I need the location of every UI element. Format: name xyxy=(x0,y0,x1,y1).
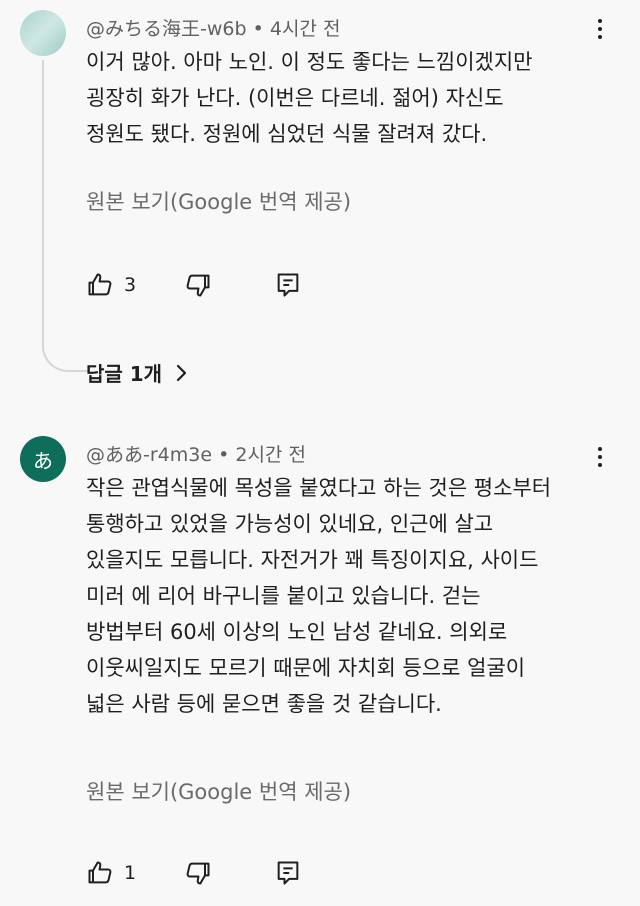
avatar[interactable] xyxy=(20,10,66,56)
reply-button[interactable] xyxy=(274,271,302,299)
like-count: 1 xyxy=(124,862,137,884)
chevron-right-icon xyxy=(176,364,187,381)
reply-comment-icon xyxy=(277,273,299,297)
like-button[interactable]: 3 xyxy=(86,271,136,299)
comment-1: @みちる海王-w6b • 4시간 전 이거 많아. 아마 노인. 이 정도 좋다… xyxy=(0,0,640,400)
comment-time[interactable]: 4시간 전 xyxy=(270,18,341,40)
avatar[interactable]: あ xyxy=(20,436,66,482)
like-count: 3 xyxy=(124,274,137,296)
view-replies-button[interactable]: 답글 1개 xyxy=(86,358,190,387)
comment-actions: 3 xyxy=(86,271,346,305)
comment-meta: @みちる海王-w6b • 4시간 전 xyxy=(86,14,340,41)
comment-time[interactable]: 2시간 전 xyxy=(235,444,306,466)
meta-separator: • xyxy=(218,444,230,466)
comment-text: 작은 관엽식물에 목성을 붙였다고 하는 것은 평소부터 통행하고 있었을 가능… xyxy=(86,476,552,716)
comment-actions: 1 xyxy=(86,859,346,893)
thumbs-up-icon xyxy=(88,273,112,296)
comment-text: 이거 많아. 아마 노인. 이 정도 좋다는 느낌이겠지만 굉장히 화가 난다.… xyxy=(86,50,533,146)
like-button[interactable]: 1 xyxy=(86,859,136,887)
reply-comment-icon xyxy=(277,861,299,885)
author-name[interactable]: @みちる海王-w6b xyxy=(86,18,247,40)
comment-2: あ @ああ-r4m3e • 2시간 전 작은 관엽식물에 목성을 붙였다고 하는… xyxy=(0,420,640,906)
dislike-button[interactable] xyxy=(184,271,212,299)
comment-meta: @ああ-r4m3e • 2시간 전 xyxy=(86,440,306,467)
author-name[interactable]: @ああ-r4m3e xyxy=(86,444,212,466)
avatar-letter: あ xyxy=(33,448,53,473)
thumbs-up-icon xyxy=(88,861,112,884)
thumbs-down-icon xyxy=(186,274,210,297)
replies-label: 답글 1개 xyxy=(86,362,163,386)
reply-thread-line xyxy=(42,60,88,372)
reply-button[interactable] xyxy=(274,859,302,887)
thumbs-down-icon xyxy=(186,862,210,885)
see-original-link[interactable]: 원본 보기(Google 번역 제공) xyxy=(86,776,351,806)
more-vertical-icon[interactable] xyxy=(588,442,612,472)
see-original-link[interactable]: 원본 보기(Google 번역 제공) xyxy=(86,186,351,216)
dislike-button[interactable] xyxy=(184,859,212,887)
more-vertical-icon[interactable] xyxy=(588,14,612,44)
meta-separator: • xyxy=(252,18,264,40)
